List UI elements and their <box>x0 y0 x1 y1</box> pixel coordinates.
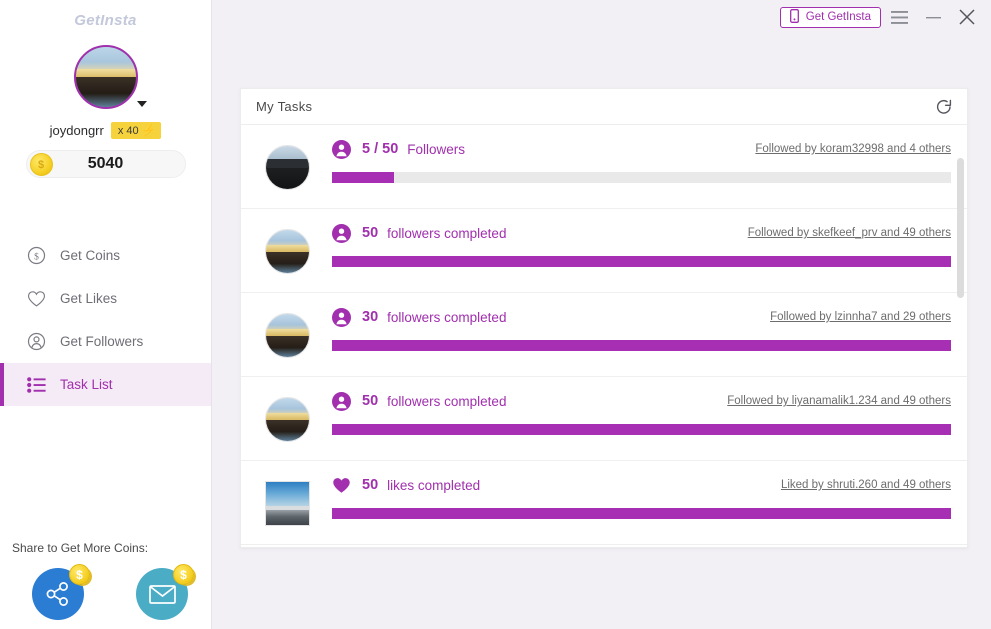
task-panel-header: My Tasks <box>241 89 967 125</box>
progress-fill <box>332 424 951 435</box>
task-label: followers completed <box>387 393 507 409</box>
task-count: 50 <box>362 225 379 241</box>
task-label: followers completed <box>387 225 507 241</box>
task-label: followers completed <box>387 309 507 325</box>
task-row[interactable]: 50 likes completed Liked by shruti.260 a… <box>241 461 967 545</box>
sidebar: GetInsta joydongrr x 40 ⚡ $ 5040 $ Get C… <box>0 0 212 629</box>
heart-icon <box>332 476 351 495</box>
app-logo: GetInsta <box>74 12 137 29</box>
sidebar-item-get-likes[interactable]: Get Likes <box>0 277 211 320</box>
user-circle-icon <box>332 391 351 411</box>
task-meta-link[interactable]: Followed by koram32998 and 4 others <box>755 143 951 155</box>
coin-balance-value: 5040 <box>87 155 124 172</box>
window-titlebar: Get GetInsta <box>779 0 991 34</box>
task-thumbnail <box>265 397 310 442</box>
coin-badge: $ <box>69 564 90 585</box>
progress-track <box>332 340 951 351</box>
close-icon[interactable] <box>951 1 983 33</box>
sidebar-nav: $ Get Coins Get Likes Get Followers Task… <box>0 234 211 406</box>
task-body: 30 followers completed Followed by lzinn… <box>332 305 951 351</box>
sidebar-item-task-list[interactable]: Task List <box>0 363 211 406</box>
user-circle-icon <box>332 307 351 327</box>
multiplier-badge: x 40 ⚡ <box>110 122 162 139</box>
list-icon <box>26 375 46 395</box>
task-label: likes completed <box>387 477 481 493</box>
task-meta-link[interactable]: Followed by lzinnha7 and 29 others <box>770 311 951 323</box>
user-circle-icon <box>332 139 351 159</box>
avatar[interactable] <box>73 45 138 109</box>
task-row[interactable]: 50 followers completed Followed by liyan… <box>241 377 967 461</box>
sidebar-item-label: Get Likes <box>60 291 118 306</box>
get-getinsta-button[interactable]: Get GetInsta <box>779 6 881 28</box>
panel-title: My Tasks <box>256 99 313 114</box>
task-count: 30 <box>362 309 379 325</box>
task-count: 50 <box>362 393 379 409</box>
scrollbar[interactable] <box>957 135 964 538</box>
task-count: 5 / 50 <box>362 141 399 157</box>
task-count: 50 <box>362 477 379 493</box>
task-meta-link[interactable]: Followed by liyanamalik1.234 and 49 othe… <box>727 395 951 407</box>
phone-icon <box>789 8 799 26</box>
progress-fill <box>332 340 951 351</box>
task-thumbnail <box>265 145 310 190</box>
task-panel: My Tasks 5 / 50 Followers Followed by ko… <box>240 88 968 548</box>
share-section-label: Share to Get More Coins: <box>12 541 149 555</box>
task-body: 50 followers completed Followed by skefk… <box>332 221 951 267</box>
coin-dollar-icon: $ <box>26 246 46 266</box>
chevron-down-icon[interactable] <box>136 101 147 107</box>
coin-icon: $ <box>29 153 53 176</box>
progress-track <box>332 508 951 519</box>
task-label: Followers <box>407 141 466 157</box>
task-meta-link[interactable]: Followed by skefkeef_prv and 49 others <box>748 227 951 239</box>
progress-fill <box>332 172 394 183</box>
coin-balance-pill[interactable]: $ 5040 <box>25 150 186 178</box>
sidebar-item-get-followers[interactable]: Get Followers <box>0 320 211 363</box>
task-list[interactable]: 5 / 50 Followers Followed by koram32998 … <box>241 125 967 548</box>
sidebar-item-label: Get Followers <box>60 334 144 349</box>
progress-track <box>332 172 951 183</box>
sidebar-item-label: Get Coins <box>60 248 121 263</box>
minimize-icon[interactable] <box>917 1 949 33</box>
user-circle-icon <box>26 332 46 352</box>
share-buttons: $ $ <box>32 564 194 620</box>
username-label: joydongrr <box>49 123 104 138</box>
task-body: 50 likes completed Liked by shruti.260 a… <box>332 473 951 519</box>
task-thumbnail <box>265 313 310 358</box>
share-network-button[interactable]: $ <box>32 564 90 620</box>
task-body: 5 / 50 Followers Followed by koram32998 … <box>332 137 951 183</box>
progress-fill <box>332 508 951 519</box>
svg-text:$: $ <box>34 251 39 262</box>
progress-fill <box>332 256 951 267</box>
task-body: 50 followers completed Followed by liyan… <box>332 389 951 435</box>
hamburger-menu-icon[interactable] <box>883 1 915 33</box>
sidebar-item-label: Task List <box>60 377 113 392</box>
app-window: GetInsta joydongrr x 40 ⚡ $ 5040 $ Get C… <box>0 0 991 629</box>
task-row[interactable]: 30 followers completed Followed by lzinn… <box>241 293 967 377</box>
task-thumbnail <box>265 229 310 274</box>
task-thumbnail <box>265 481 310 526</box>
profile-avatar-wrap[interactable] <box>73 45 147 109</box>
scrollbar-thumb[interactable] <box>957 158 964 298</box>
multiplier-value: x 40 <box>117 124 139 137</box>
coin-badge: $ <box>173 564 194 585</box>
profile-user-line: joydongrr x 40 ⚡ <box>0 122 211 139</box>
progress-track <box>332 424 951 435</box>
progress-track <box>332 256 951 267</box>
task-row[interactable]: 5 / 50 Followers Followed by koram32998 … <box>241 125 967 209</box>
share-email-button[interactable]: $ <box>136 564 194 620</box>
get-getinsta-label: Get GetInsta <box>805 11 871 23</box>
task-row[interactable]: 50 followers completed Followed by skefk… <box>241 209 967 293</box>
sidebar-item-get-coins[interactable]: $ Get Coins <box>0 234 211 277</box>
refresh-icon[interactable] <box>935 98 953 116</box>
task-meta-link[interactable]: Liked by shruti.260 and 49 others <box>781 479 951 491</box>
user-circle-icon <box>332 223 351 243</box>
bolt-icon: ⚡ <box>141 125 156 137</box>
heart-icon <box>26 289 46 309</box>
